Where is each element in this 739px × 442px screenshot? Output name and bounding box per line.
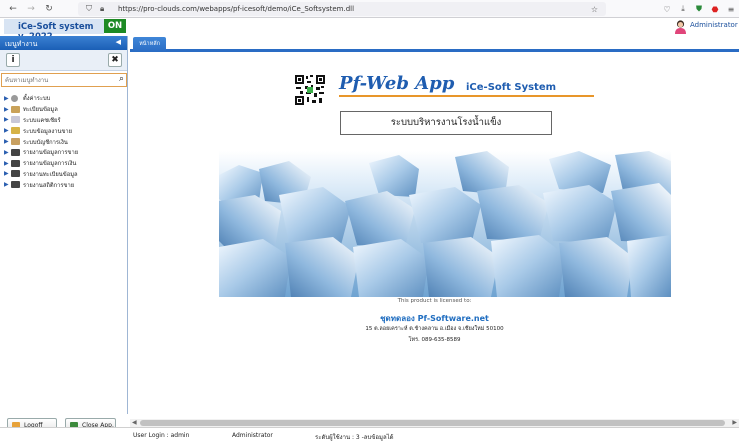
avatar[interactable] [674,19,687,34]
expand-icon: ▶ [4,170,9,178]
search-icon[interactable]: ⌕ [119,74,124,84]
sidebar-item-sales-data[interactable]: ▶ ระบบข้อมูลงานขาย [4,125,78,136]
menu-icon[interactable]: ≡ [723,5,739,14]
report-icon [11,159,20,167]
sidebar-item-registry-report[interactable]: ▶ รายงานทะเบียนข้อมูล [4,169,78,180]
extension-shield-icon[interactable]: ⛊ [691,4,707,14]
report-icon [11,148,20,156]
scrollbar-thumb[interactable] [140,420,725,426]
back-icon[interactable]: ← [6,4,20,14]
sidebar-item-sales-report[interactable]: ▶ รายงานข้อมูลการขาย [4,147,78,158]
sidebar-item-stats-report[interactable]: ▶ รายงานสถิติการขาย [4,179,78,190]
sidebar-item-label: ตั้งค่าระบบ [23,96,51,103]
reload-icon[interactable]: ↻ [42,4,56,14]
app-title: iCe-Soft system v. 2022 [4,19,104,42]
info-button[interactable]: i [6,53,20,67]
gear-icon [11,94,18,102]
app-subtitle: iCe-Soft System [466,82,557,93]
company-phone: โทร. 089-635-8589 [408,337,461,343]
expand-icon: ▶ [4,181,9,189]
app-header: iCe-Soft system v. 2022 ON Administrator [0,18,739,42]
close-icon: ✖ [111,55,119,65]
sidebar-item-registry[interactable]: ▶ ทะเบียนข้อมูล [4,104,78,115]
sidebar-item-accounting[interactable]: ▶ ระบบบัญชีการเงิน [4,136,78,147]
tab-home[interactable]: หน้าหลัก [133,37,166,52]
document-icon [11,116,20,124]
sidebar-item-label: ระบบบัญชีการเงิน [23,139,68,146]
ledger-icon [11,138,20,146]
browser-toolbar: ← → ↻ ⛉ 🔒︎ https://pro-clouds.com/webapp… [0,0,739,18]
status-badge: ON [104,19,126,33]
logo-divider [339,95,594,97]
expand-icon: ▶ [4,127,9,135]
lock-icon: 🔒︎ [100,4,105,13]
sidebar-header: เมนูทำงาน ◀ [0,36,127,50]
expand-icon: ▶ [4,138,9,146]
sidebar-item-finance-report[interactable]: ▶ รายงานข้อมูลการเงิน [4,158,78,169]
sidebar-toolbar: i ✖ [0,50,127,71]
licensed-text: This product is licensed to: [397,298,472,304]
download-icon[interactable]: ⤓ [675,4,691,14]
close-menu-button[interactable]: ✖ [108,53,122,67]
report-icon [11,170,20,178]
sidebar-item-label: รายงานข้อมูลการเงิน [23,161,77,168]
bookmark-star-icon[interactable]: ☆ [591,5,598,14]
adblock-icon[interactable]: ⬣ [707,5,723,14]
sidebar: เมนูทำงาน ◀ i ✖ ⌕ ▶ ตั้งค่าระบบ ▶ ทะเบีย… [0,36,128,442]
url-text: https://pro-clouds.com/webapps/pf-icesof… [118,5,355,13]
expand-icon: ▶ [4,105,9,113]
browser-extensions: ♡ ⤓ ⛊ ⬣ ≡ [659,0,739,18]
sidebar-item-label: ระบบข้อมูลงานขาย [23,128,73,135]
scroll-left-icon[interactable]: ◀ [132,419,137,426]
sidebar-item-label: รายงานสถิติการขาย [23,182,75,189]
pocket-icon[interactable]: ♡ [659,5,675,14]
forward-icon[interactable]: → [24,4,38,14]
tab-strip: หน้าหลัก [130,36,739,52]
status-role: Administrator [232,432,273,439]
status-level: ระดับผู้ใช้งาน : 3 -ลบข้อมูลได้ [315,434,394,441]
sidebar-item-cashier[interactable]: ▶ ระบบแคชเชียร์ [4,115,78,126]
shield-icon: ⛉ [86,4,92,13]
info-icon: i [11,55,15,65]
address-bar[interactable]: ⛉ 🔒︎ https://pro-clouds.com/webapps/pf-i… [78,2,606,16]
folder-icon [11,127,20,135]
user-name[interactable]: Administrator [690,21,738,29]
status-bar: User Login : admin Administrator ระดับผู… [0,427,739,442]
sidebar-item-label: ระบบแคชเชียร์ [23,117,61,124]
menu-list: ▶ ตั้งค่าระบบ ▶ ทะเบียนข้อมูล ▶ ระบบแคชเ… [4,93,78,190]
horizontal-scrollbar[interactable]: ◀ ▶ [130,419,739,427]
sidebar-item-label: รายงานทะเบียนข้อมูล [23,171,78,178]
scroll-right-icon[interactable]: ▶ [732,419,737,426]
collapse-left-icon[interactable]: ◀ [116,38,121,46]
report-icon [11,181,20,189]
expand-icon: ▶ [4,116,9,124]
sidebar-item-label: รายงานข้อมูลการขาย [23,150,79,157]
sidebar-item-settings[interactable]: ▶ ตั้งค่าระบบ [4,93,78,104]
main-content: Pf-Web App iCe-Soft System ระบบบริหารงาน… [130,55,739,419]
status-user-login: User Login : admin [133,432,190,439]
ice-cubes-image [219,151,671,297]
sidebar-title: เมนูทำงาน [5,40,38,48]
company-address: 15 ต.ลอยเคราะห์ ต.ช้างคลาน อ.เมือง จ.เชี… [365,326,504,332]
company-name: ชุดทดลอง Pf-Software.net [380,314,489,323]
expand-icon: ▶ [4,94,9,102]
sidebar-item-label: ทะเบียนข้อมูล [23,107,58,114]
expand-icon: ▶ [4,159,9,167]
search-input[interactable] [2,74,112,86]
app-logo: Pf-Web App [339,73,455,94]
search-box: ⌕ [1,73,127,87]
qr-code-icon [294,74,326,106]
edit-icon [11,105,20,113]
system-name: ระบบบริหารงานโรงน้ำแข็ง [340,111,552,135]
expand-icon: ▶ [4,148,9,156]
